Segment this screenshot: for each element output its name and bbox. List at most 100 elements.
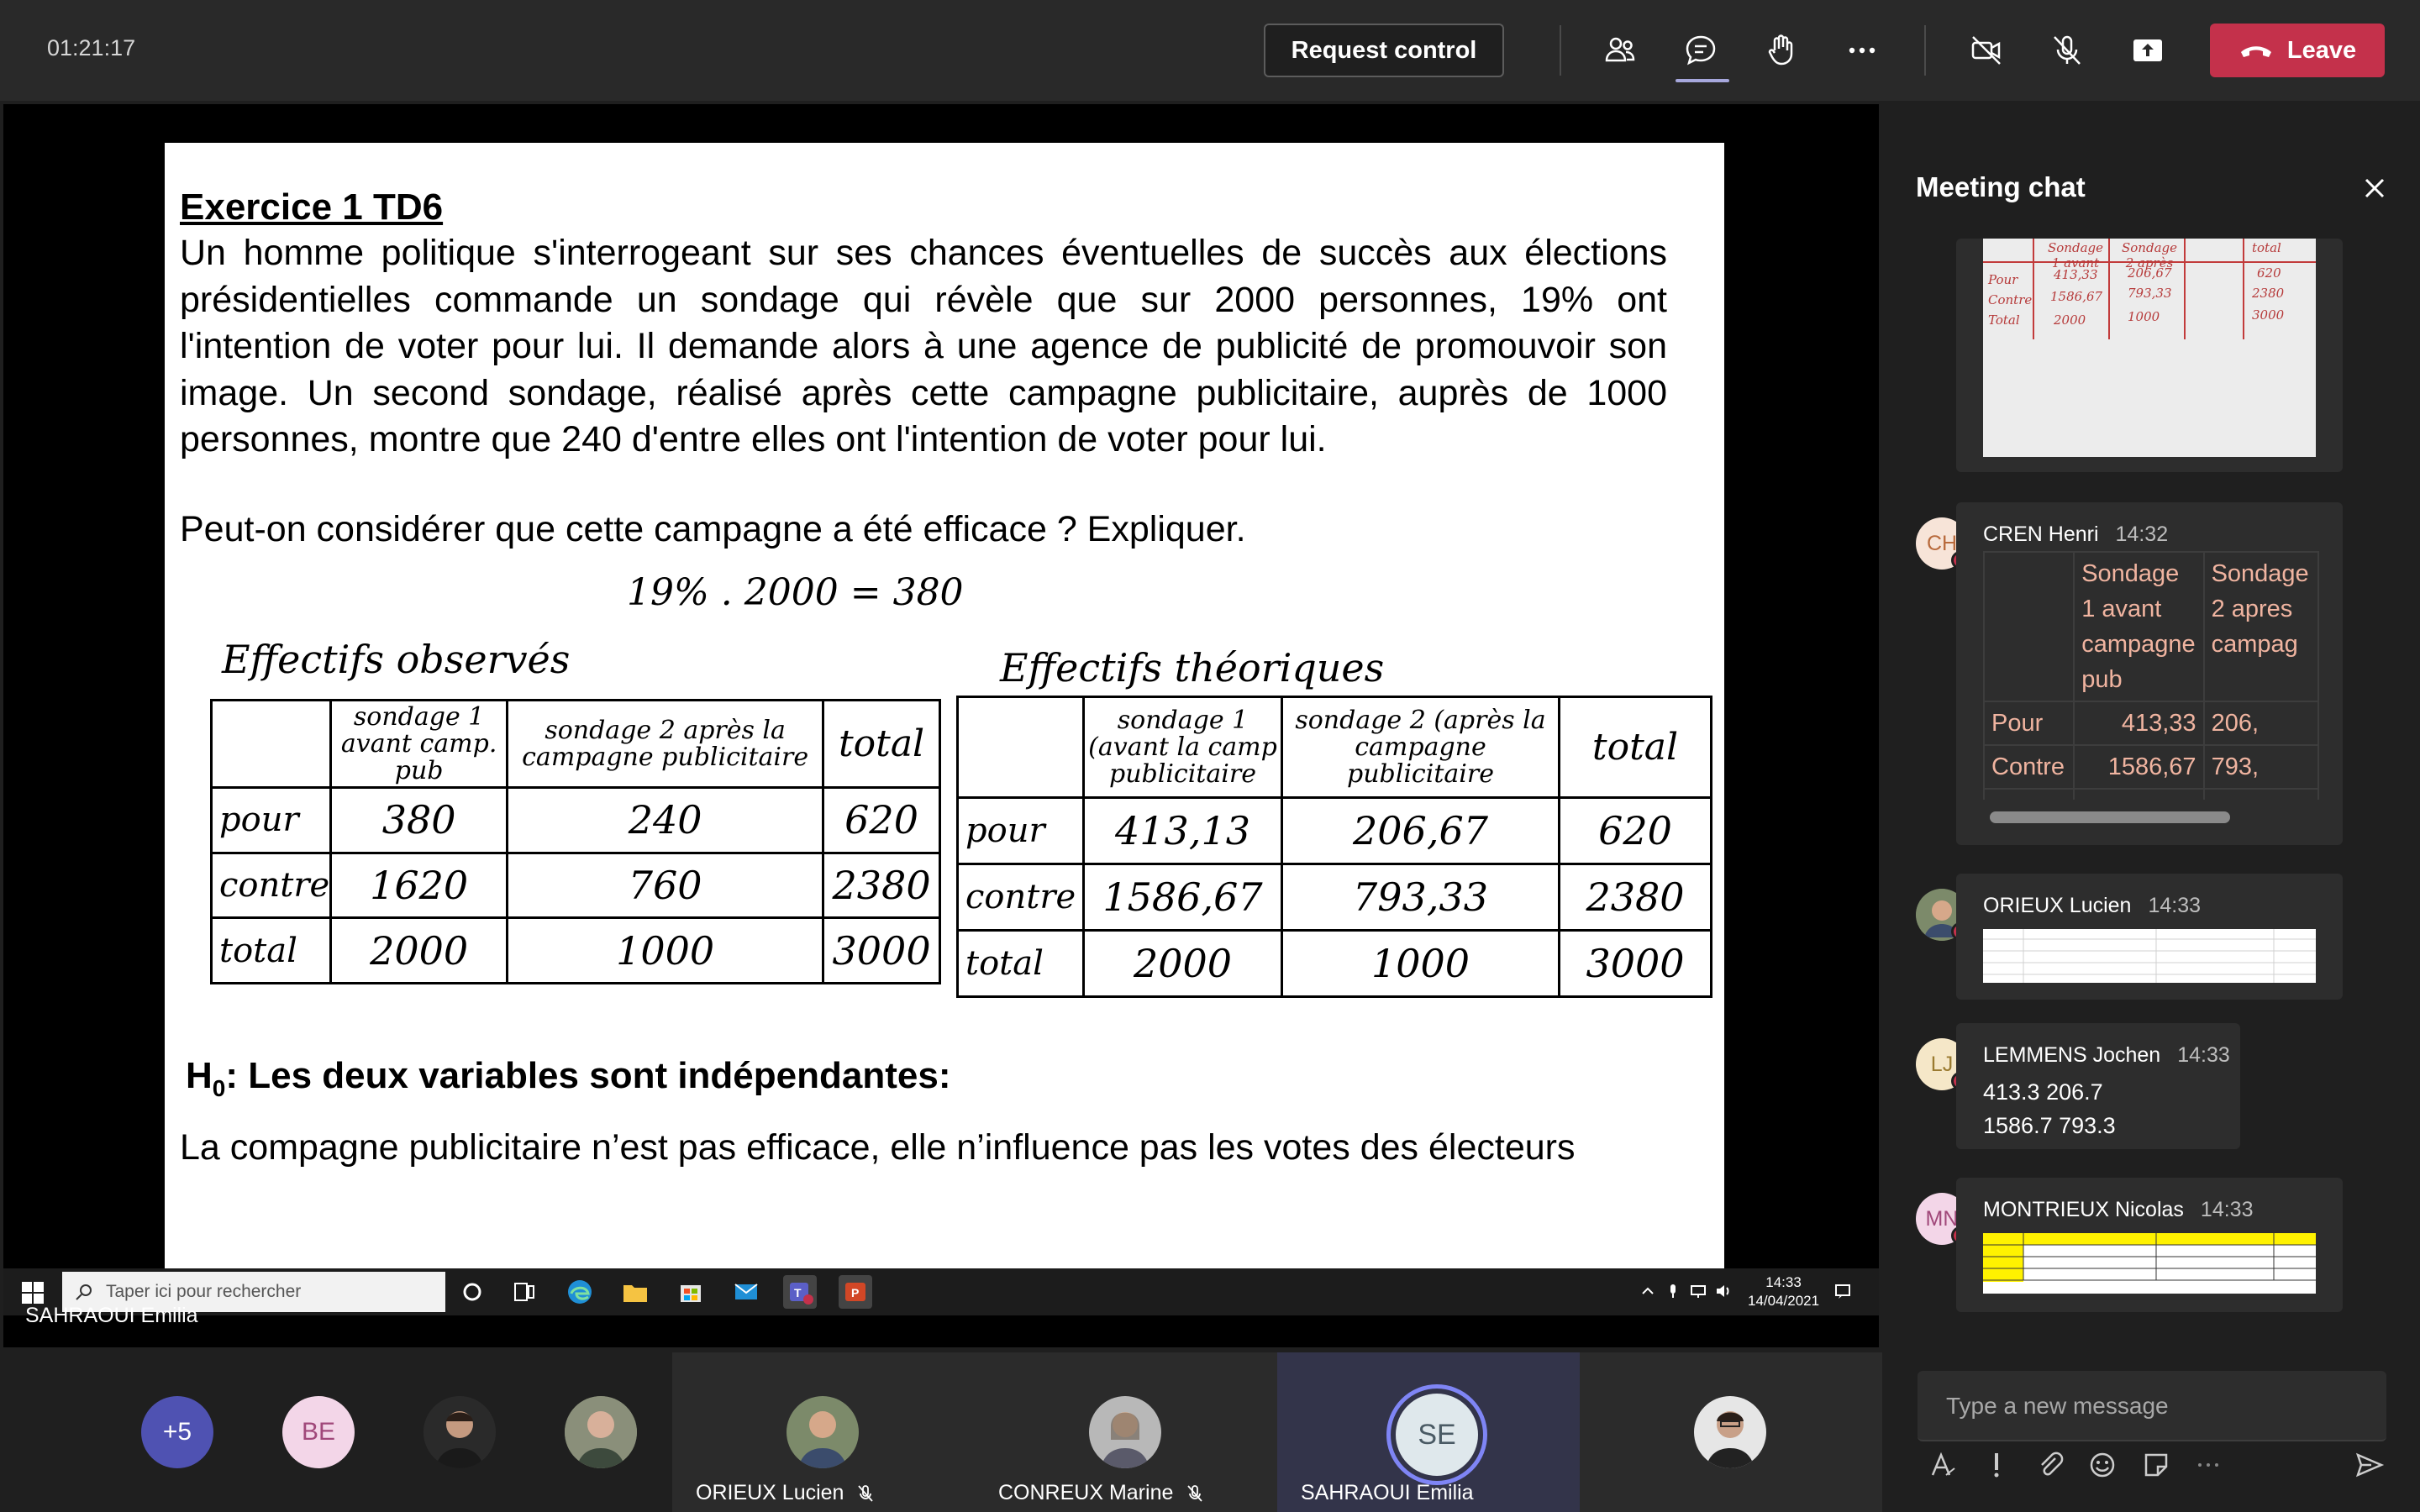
wb-header: Sondage 1 avant <box>2048 240 2103 270</box>
observed-cell: 380 <box>329 786 509 854</box>
message-time: 14:32 <box>2115 522 2169 546</box>
format-icon[interactable] <box>1928 1450 1958 1480</box>
chevron-up-icon[interactable] <box>1639 1282 1657 1300</box>
participant-tile-active-speaker[interactable]: SE SAHRAOUI Emilia <box>1277 1352 1580 1512</box>
theoretical-cell: 413,13 <box>1082 796 1283 865</box>
chat-message: Sondage 1 avant Sondage 2 après total Po… <box>1956 239 2343 472</box>
presenter-name-label: SAHRAOUI Emilia <box>25 1304 198 1327</box>
chat-icon[interactable] <box>1679 29 1723 72</box>
task-view-icon[interactable] <box>508 1275 541 1309</box>
theoretical-cell: 793,33 <box>1281 863 1560 932</box>
avatar: SE <box>1396 1394 1478 1476</box>
windows-start-icon[interactable] <box>22 1282 44 1304</box>
participant-tile[interactable] <box>1580 1352 1882 1512</box>
cortana-icon[interactable] <box>455 1275 489 1309</box>
more-participants-button[interactable]: +5 <box>141 1396 213 1468</box>
raise-hand-icon[interactable] <box>1760 29 1803 72</box>
message-author: LEMMENS Jochen <box>1983 1043 2161 1067</box>
spreadsheet-screenshot[interactable] <box>1983 929 2316 983</box>
store-icon[interactable] <box>674 1275 708 1309</box>
slide-question: Peut-on considérer que cette campagne a … <box>180 509 1246 549</box>
message-header: ORIEUX Lucien 14:33 <box>1983 894 2201 918</box>
observed-cell: 620 <box>822 786 941 854</box>
theoretical-cell: 620 <box>1558 796 1712 865</box>
theoretical-header: sondage 1 (avant la camp publicitaire <box>1082 696 1283 799</box>
wb-cell: 206,67 <box>2128 265 2172 281</box>
wb-cell: Pour <box>1988 272 2018 287</box>
svg-text:P: P <box>851 1286 859 1299</box>
h0-sub: 0 <box>212 1074 226 1101</box>
theoretical-header: sondage 2 (après la campagne publicitair… <box>1281 696 1560 799</box>
network-icon[interactable] <box>1689 1282 1707 1300</box>
sticker-icon[interactable] <box>2141 1450 2171 1480</box>
chat-table-cell: 206, <box>2202 701 2319 746</box>
theoretical-cell: 3000 <box>1558 929 1712 998</box>
participant-name: SAHRAOUI Emilia <box>1301 1481 1474 1505</box>
mail-icon[interactable] <box>729 1275 763 1309</box>
teams-app-icon[interactable]: T <box>783 1275 817 1309</box>
observed-cell: 2000 <box>329 916 509 984</box>
wb-cell: 2380 <box>2252 286 2285 301</box>
avatar-initials: LJ <box>1930 1052 1954 1076</box>
table-viewport[interactable]: Sondage 1 avant campagne pub Sondage 2 a… <box>1983 551 2319 800</box>
chat-active-indicator <box>1676 79 1729 82</box>
more-options-icon[interactable] <box>1840 29 1884 72</box>
volume-icon[interactable] <box>1714 1282 1733 1300</box>
avatar[interactable] <box>424 1396 496 1468</box>
share-screen-icon[interactable] <box>2126 29 2170 72</box>
participants-icon[interactable] <box>1598 29 1642 72</box>
participant-gallery: +5 BE ORIEUX Lucien CONREUX Marine SE SA… <box>0 1352 1882 1512</box>
observed-cell: 1000 <box>506 916 825 984</box>
more-options-icon[interactable] <box>2193 1450 2223 1480</box>
observed-header: total <box>822 699 941 789</box>
send-icon[interactable] <box>2354 1450 2385 1480</box>
spreadsheet-screenshot[interactable] <box>1983 1233 2316 1294</box>
emoji-icon[interactable] <box>2087 1450 2118 1480</box>
participant-tile[interactable]: CONREUX Marine <box>975 1352 1277 1512</box>
spreadsheet-grid <box>1983 929 2316 983</box>
system-clock[interactable]: 14:33 14/04/2021 <box>1748 1273 1819 1310</box>
leave-label: Leave <box>2286 36 2357 64</box>
powerpoint-icon[interactable]: P <box>839 1275 872 1309</box>
file-explorer-icon[interactable] <box>618 1275 652 1309</box>
theoretical-row-label: pour <box>956 796 1085 865</box>
mic-off-icon <box>858 1484 874 1502</box>
wb-cell: 620 <box>2257 265 2281 281</box>
chat-table-cell: 10 <box>2202 788 2319 800</box>
attach-icon[interactable] <box>2035 1450 2065 1480</box>
observed-cell: 3000 <box>822 916 941 984</box>
chat-table-header <box>1983 551 2075 702</box>
avatar[interactable] <box>565 1396 637 1468</box>
mic-off-icon[interactable] <box>2045 29 2089 72</box>
wb-cell: 3000 <box>2252 307 2285 323</box>
chat-table-cell: 1586,67 <box>2073 744 2205 790</box>
leave-button[interactable]: Leave <box>2210 24 2385 77</box>
avatar <box>786 1396 859 1468</box>
message-header: CREN Henri 14:32 <box>1983 522 2168 547</box>
whiteboard-photo[interactable]: Sondage 1 avant Sondage 2 après total Po… <box>1983 239 2316 457</box>
compose-message-input[interactable]: Type a new message <box>1918 1371 2386 1441</box>
observed-table: sondage 1 avant camp. pub sondage 2 aprè… <box>209 699 941 984</box>
camera-off-icon[interactable] <box>1965 29 2008 72</box>
participant-name-text: ORIEUX Lucien <box>696 1481 844 1504</box>
close-icon[interactable] <box>2358 171 2391 205</box>
theoretical-title: Effectifs théoriques <box>1000 645 1385 690</box>
edge-icon[interactable] <box>563 1275 597 1309</box>
important-icon[interactable] <box>1981 1450 2012 1480</box>
chat-table-header: Sondage 1 avant campagne pub <box>2073 551 2205 702</box>
table-scrollbar[interactable] <box>1990 811 2230 823</box>
message-author: ORIEUX Lucien <box>1983 894 2132 917</box>
observed-row-label: contre <box>209 851 333 920</box>
remote-windows-taskbar: Taper ici pour rechercher T P 14:33 14/04… <box>3 1268 1879 1315</box>
message-time: 14:33 <box>2200 1198 2254 1221</box>
avatar-initials: MN <box>1925 1206 1959 1231</box>
notifications-icon[interactable] <box>1833 1282 1852 1300</box>
slide-title: Exercice 1 TD6 <box>180 186 444 228</box>
mic-off-icon <box>1187 1484 1203 1502</box>
user-photo-icon <box>1694 1396 1766 1468</box>
avatar[interactable]: BE <box>282 1396 355 1468</box>
request-control-button[interactable]: Request control <box>1264 24 1504 77</box>
participant-tile[interactable]: ORIEUX Lucien <box>672 1352 975 1512</box>
h0-text: : Les deux variables sont indépendantes: <box>225 1055 951 1096</box>
conclusion-text: La compagne publicitaire n’est pas effic… <box>180 1127 1576 1168</box>
